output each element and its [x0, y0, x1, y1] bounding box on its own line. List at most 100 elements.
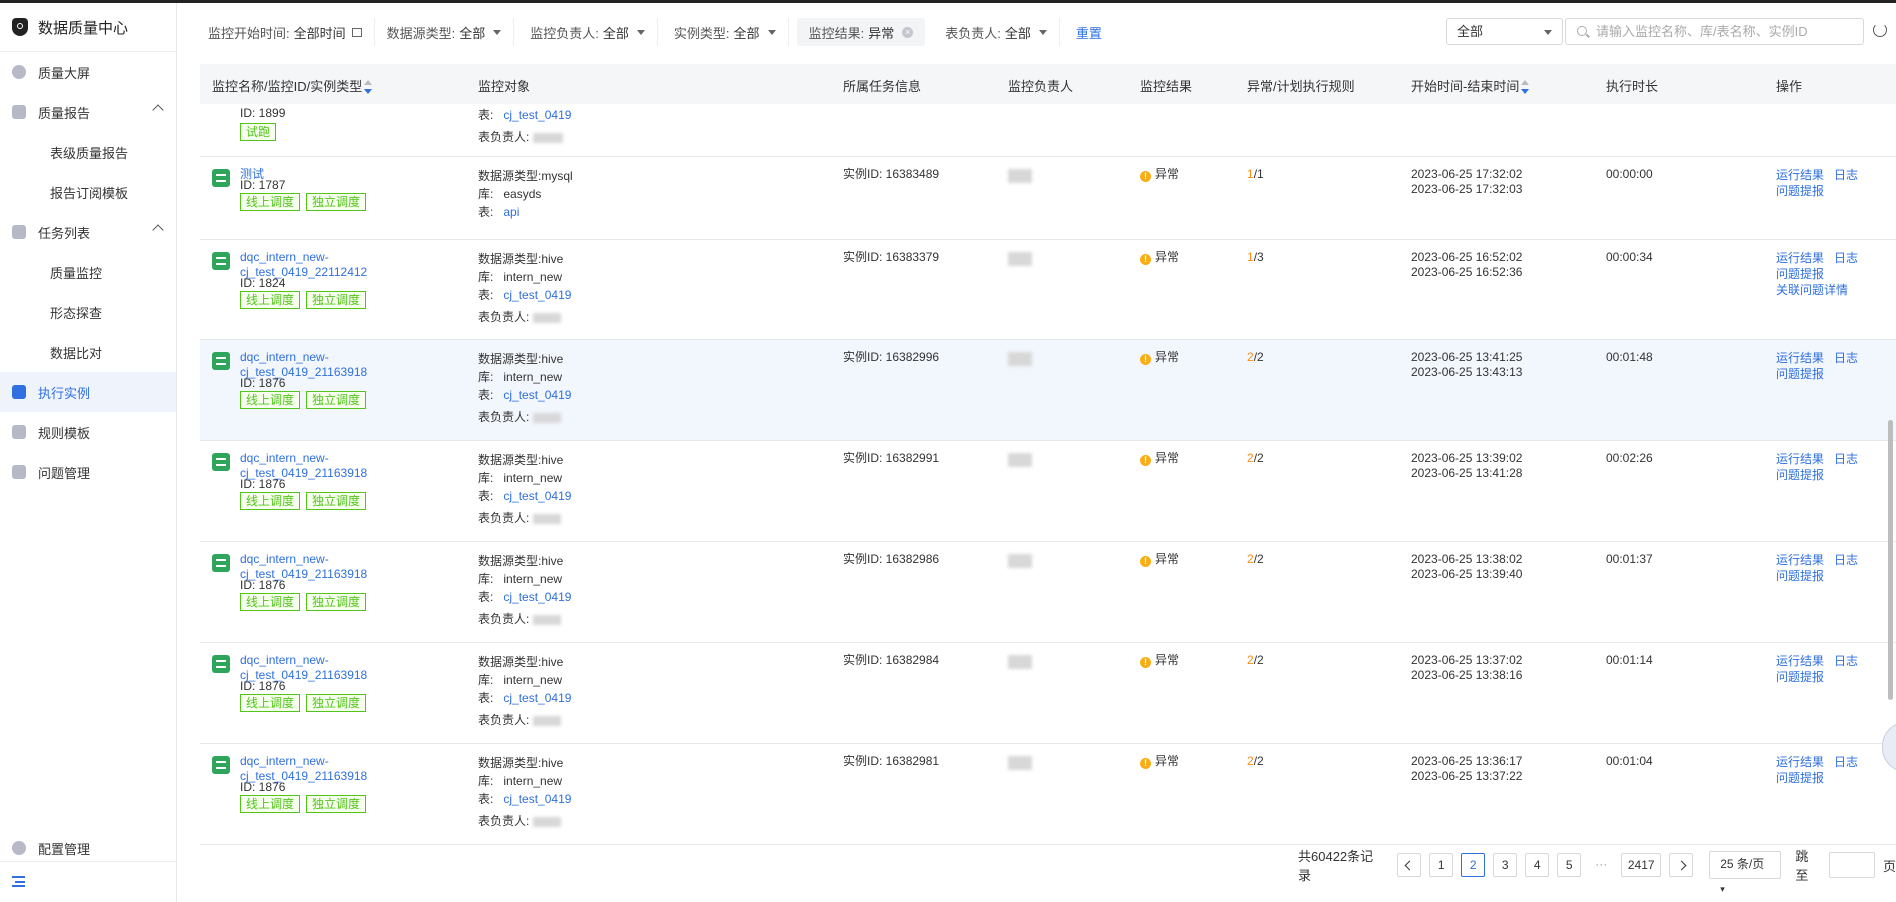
monitor-type-icon	[212, 554, 230, 572]
sidebar-item-label: 报告订阅模板	[50, 185, 129, 201]
duration: 00:01:48	[1606, 350, 1653, 364]
report-issue-link[interactable]: 问题提报	[1776, 367, 1824, 381]
redacted-monitor-owner	[1008, 453, 1032, 467]
page-ellipsis[interactable]: ···	[1589, 853, 1613, 877]
filter-start-time[interactable]: 监控开始时间: 全部时间	[200, 18, 375, 46]
sidebar-item-0[interactable]: 质量大屏	[0, 52, 176, 92]
monitor-id: ID: 1876	[240, 679, 286, 693]
filter-result[interactable]: 监控结果: 异常 ×	[796, 18, 926, 46]
sidebar-item-7[interactable]: 数据比对	[0, 332, 176, 372]
table-link[interactable]: api	[503, 205, 519, 219]
table-link[interactable]: cj_test_0419	[503, 108, 571, 122]
report-issue-link[interactable]: 问题提报	[1776, 184, 1824, 198]
monitor-id: ID: 1787	[240, 178, 286, 192]
page-3[interactable]: 3	[1493, 853, 1518, 877]
page-size-select[interactable]: 25 条/页 ▾	[1709, 851, 1782, 894]
redacted-monitor-owner	[1008, 756, 1032, 770]
table-link[interactable]: cj_test_0419	[503, 489, 571, 503]
table-link[interactable]: cj_test_0419	[503, 388, 571, 402]
report-icon	[12, 105, 26, 119]
monitor-result: ! 异常	[1140, 350, 1179, 365]
task-list-icon	[12, 225, 26, 239]
filter-owner[interactable]: 监控负责人: 全部	[514, 18, 658, 46]
warning-icon: !	[1140, 171, 1151, 182]
sidebar-item-10[interactable]: 问题管理	[0, 452, 176, 492]
log-link[interactable]: 日志	[1834, 251, 1858, 265]
run-result-link[interactable]: 运行结果	[1776, 654, 1824, 668]
table-link[interactable]: cj_test_0419	[503, 288, 571, 302]
sidebar-item-6[interactable]: 形态探查	[0, 292, 176, 332]
table-row: dqc_intern_new-cj_test_0419_21163918 ID: …	[200, 340, 1896, 441]
next-page-button[interactable]	[1669, 853, 1694, 877]
monitor-object: 数据源类型:hive 库: intern_new 表: cj_test_0419 表负…	[478, 453, 572, 525]
sidebar-item-5[interactable]: 质量监控	[0, 252, 176, 292]
log-link[interactable]: 日志	[1834, 168, 1858, 182]
chevron-up-icon[interactable]	[152, 224, 164, 236]
sidebar-item-8[interactable]: 执行实例	[0, 372, 176, 412]
monitor-object: 数据源类型:hive 库: intern_new 表: cj_test_0419 表负…	[478, 252, 572, 324]
report-issue-link[interactable]: 问题提报	[1776, 468, 1824, 482]
log-link[interactable]: 日志	[1834, 553, 1858, 567]
log-link[interactable]: 日志	[1834, 452, 1858, 466]
run-result-link[interactable]: 运行结果	[1776, 168, 1824, 182]
report-issue-link[interactable]: 问题提报	[1776, 569, 1824, 583]
page-1[interactable]: 1	[1429, 853, 1454, 877]
jump-page-input[interactable]	[1828, 852, 1875, 878]
vertical-scrollbar[interactable]	[1888, 420, 1893, 700]
redacted-owner	[533, 312, 562, 323]
warning-icon: !	[1140, 657, 1151, 668]
refresh-icon[interactable]	[1873, 23, 1887, 37]
page-4[interactable]: 4	[1525, 853, 1550, 877]
filter-datasource[interactable]: 数据源类型: 全部	[375, 18, 515, 46]
instance-icon	[12, 385, 26, 399]
sidebar-item-4[interactable]: 任务列表	[0, 212, 176, 252]
col-time-header[interactable]: 开始时间-结束时间	[1411, 76, 1530, 95]
sidebar-item-label: 规则模板	[38, 425, 91, 441]
issue-detail-link[interactable]: 关联问题详情	[1776, 283, 1848, 297]
sidebar-item-9[interactable]: 规则模板	[0, 412, 176, 452]
filter-table-owner[interactable]: 表负责人: 全部	[933, 18, 1060, 46]
filter-value: 全部	[459, 25, 486, 41]
collapse-sidebar-button[interactable]	[0, 861, 176, 902]
page-2[interactable]: 2	[1461, 853, 1486, 877]
search-scope-select[interactable]: 全部	[1446, 18, 1563, 45]
report-issue-link[interactable]: 问题提报	[1776, 267, 1824, 281]
page-last[interactable]: 2417	[1621, 853, 1662, 877]
redacted-owner	[533, 614, 562, 625]
log-link[interactable]: 日志	[1834, 755, 1858, 769]
log-link[interactable]: 日志	[1834, 654, 1858, 668]
filter-instance-type[interactable]: 实例类型: 全部	[658, 18, 789, 46]
report-issue-link[interactable]: 问题提报	[1776, 771, 1824, 785]
instance-id: 实例ID: 16382986	[843, 552, 940, 566]
run-result-link[interactable]: 运行结果	[1776, 351, 1824, 365]
sidebar-item-3[interactable]: 报告订阅模板	[0, 172, 176, 212]
page-5[interactable]: 5	[1557, 853, 1582, 877]
sidebar-item-2[interactable]: 表级质量报告	[0, 132, 176, 172]
monitor-object: 数据源类型:hive 库: intern_new 表: cj_test_0419 表负…	[478, 554, 572, 626]
search-input[interactable]: 请输入监控名称、库/表名称、实例ID	[1565, 18, 1864, 45]
filter-label: 监控结果:	[808, 25, 865, 41]
prev-page-button[interactable]	[1397, 853, 1422, 877]
table-link[interactable]: cj_test_0419	[503, 792, 571, 806]
run-result-link[interactable]: 运行结果	[1776, 251, 1824, 265]
run-time: 2023-06-25 13:36:17 2023-06-25 13:37:22	[1411, 754, 1523, 783]
abnormal-rules: 2/2	[1247, 552, 1264, 566]
col-name-header[interactable]: 监控名称/监控ID/实例类型	[212, 76, 373, 95]
run-result-link[interactable]: 运行结果	[1776, 755, 1824, 769]
run-result-link[interactable]: 运行结果	[1776, 553, 1824, 567]
clear-icon[interactable]: ×	[902, 26, 914, 38]
table-link[interactable]: cj_test_0419	[503, 590, 571, 604]
table-link[interactable]: cj_test_0419	[503, 691, 571, 705]
table-row: dqc_intern_new-cj_test_0419_21163918 ID: …	[200, 441, 1896, 542]
monitor-id: ID: 1876	[240, 780, 286, 794]
reset-button[interactable]: 重置	[1076, 23, 1102, 42]
sidebar-item-label: 数据比对	[50, 345, 103, 361]
report-issue-link[interactable]: 问题提报	[1776, 670, 1824, 684]
chevron-up-icon[interactable]	[152, 104, 164, 116]
issue-icon	[12, 465, 26, 479]
gear-icon	[12, 841, 26, 855]
log-link[interactable]: 日志	[1834, 351, 1858, 365]
sidebar-item-1[interactable]: 质量报告	[0, 92, 176, 132]
schedule-tag: 独立调度	[306, 193, 367, 211]
run-result-link[interactable]: 运行结果	[1776, 452, 1824, 466]
